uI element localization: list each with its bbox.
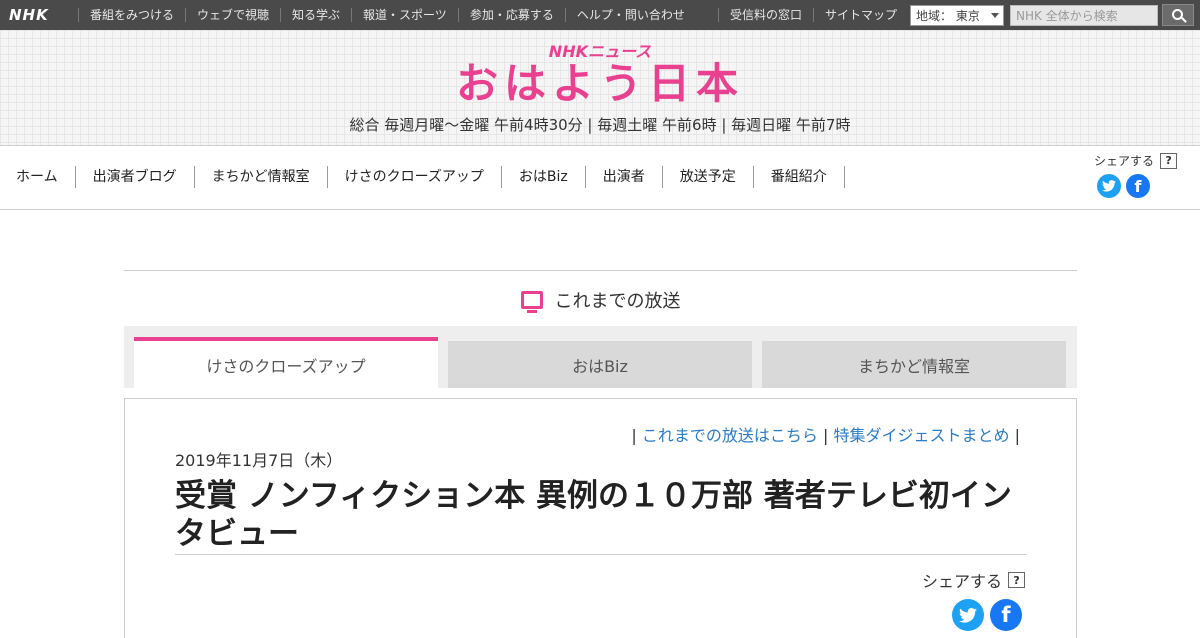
nav-item-cast[interactable]: 出演者 (586, 166, 663, 188)
nav-item-machikado[interactable]: まちかど情報室 (195, 166, 328, 188)
article-share: シェアする ? (922, 568, 1026, 592)
article-date: 2019年11月7日（木） (175, 451, 343, 470)
search-icon (1171, 8, 1183, 20)
article-panel: | これまでの放送はこちら | 特集ダイジェストまとめ | 2019年11月7日… (124, 398, 1077, 638)
global-nav-news-sports[interactable]: 報道・スポーツ (351, 8, 458, 22)
tv-icon (520, 291, 543, 313)
nav-share-icons: f (1097, 174, 1150, 198)
nav-item-home[interactable]: ホーム (0, 166, 76, 188)
global-nav-learn[interactable]: 知る学ぶ (280, 8, 351, 22)
global-bar: NHK 番組をみつける ウェブで視聴 知る学ぶ 報道・スポーツ 参加・応募する … (0, 0, 1200, 30)
program-title[interactable]: おはよう日本 (0, 60, 1200, 108)
past-broadcasts-link[interactable]: これまでの放送はこちら (642, 426, 818, 445)
section-heading: これまでの放送 (124, 287, 1077, 313)
global-right: 受信料の窓口 サイトマップ 地域： 東京 NHK 全体から検索 (717, 0, 1200, 30)
program-nav-items: ホーム 出演者ブログ まちかど情報室 けさのクローズアップ おはBiz 出演者 … (0, 166, 845, 188)
region-select-value: 地域： 東京 (916, 8, 980, 23)
facebook-icon[interactable]: f (990, 599, 1022, 631)
nav-item-cast-blog[interactable]: 出演者ブログ (76, 166, 195, 188)
chevron-down-icon (991, 12, 999, 18)
article-headline: 受賞 ノンフィクション本 異例の１０万部 著者テレビ初インタビュー (175, 478, 1012, 552)
article-share-label: シェアする (922, 572, 1003, 591)
search-placeholder: NHK 全体から検索 (1016, 8, 1118, 23)
search-input[interactable]: NHK 全体から検索 (1010, 4, 1158, 26)
nav-share: シェアする ? (1094, 152, 1178, 169)
global-nav-help[interactable]: ヘルプ・問い合わせ (564, 8, 696, 22)
past-broadcasts-section: これまでの放送 (124, 270, 1077, 326)
nav-item-schedule[interactable]: 放送予定 (663, 166, 754, 188)
help-icon[interactable]: ? (1008, 572, 1026, 588)
divider (175, 554, 1027, 555)
global-nav: 番組をみつける ウェブで視聴 知る学ぶ 報道・スポーツ 参加・応募する ヘルプ・… (78, 8, 696, 22)
nav-item-about[interactable]: 番組紹介 (754, 166, 845, 188)
nav-share-label: シェアする (1094, 154, 1155, 168)
global-nav-watch-web[interactable]: ウェブで視聴 (185, 8, 280, 22)
program-header: NHKニュース おはよう日本 総合 毎週月曜～金曜 午前4時30分 | 毎週土曜… (0, 30, 1200, 146)
nav-item-ohabiz[interactable]: おはBiz (502, 166, 586, 188)
search-button[interactable] (1162, 4, 1194, 26)
link-separator: | (631, 426, 637, 445)
article-links: | これまでの放送はこちら | 特集ダイジェストまとめ | (631, 422, 1020, 446)
program-nav: ホーム 出演者ブログ まちかど情報室 けさのクローズアップ おはBiz 出演者 … (0, 146, 1200, 210)
global-nav-find-programs[interactable]: 番組をみつける (78, 8, 185, 22)
tab-bar: けさのクローズアップ おはBiz まちかど情報室 (124, 326, 1077, 388)
link-separator: | (1014, 426, 1020, 445)
help-icon[interactable]: ? (1160, 152, 1178, 169)
global-sitemap-link[interactable]: サイトマップ (812, 8, 908, 22)
nhk-logo[interactable]: NHK (0, 0, 78, 30)
global-fee-window-link[interactable]: 受信料の窓口 (717, 8, 813, 22)
section-heading-text: これまでの放送 (554, 291, 681, 312)
tab-close-up[interactable]: けさのクローズアップ (134, 337, 438, 388)
facebook-icon[interactable]: f (1126, 174, 1150, 198)
twitter-icon[interactable] (952, 599, 984, 631)
region-select[interactable]: 地域： 東京 (910, 4, 1004, 26)
link-separator: | (823, 426, 829, 445)
twitter-icon[interactable] (1097, 174, 1121, 198)
nav-item-close-up[interactable]: けさのクローズアップ (328, 166, 502, 188)
global-nav-participate[interactable]: 参加・応募する (457, 8, 565, 22)
article-share-icons: f (952, 599, 1022, 631)
tab-ohabiz[interactable]: おはBiz (448, 341, 752, 388)
tab-machikado[interactable]: まちかど情報室 (762, 341, 1066, 388)
broadcast-schedule: 総合 毎週月曜～金曜 午前4時30分 | 毎週土曜 午前6時 | 毎週日曜 午前… (349, 116, 851, 134)
digest-summary-link[interactable]: 特集ダイジェストまとめ (834, 426, 1010, 445)
